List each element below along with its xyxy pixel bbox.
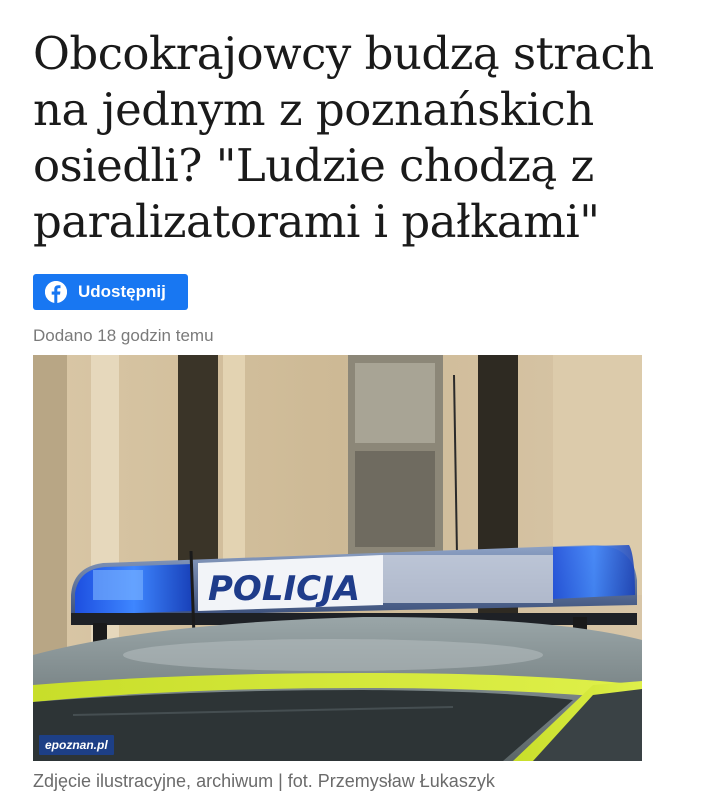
photo-caption: Zdjęcie ilustracyjne, archiwum | fot. Pr… <box>33 771 495 791</box>
facebook-share-button[interactable]: Udostępnij <box>33 274 188 310</box>
share-button-label: Udostępnij <box>78 282 166 301</box>
photo-watermark: epoznan.pl <box>39 735 114 755</box>
policja-sign-text: POLICJA <box>208 569 360 609</box>
facebook-icon <box>45 281 67 303</box>
article-photo[interactable]: POLICJA epoznan.pl <box>33 355 642 761</box>
article-headline: Obcokrajowcy budzą strach na jednym z po… <box>33 27 654 248</box>
published-time: Dodano 18 godzin temu <box>33 326 214 345</box>
